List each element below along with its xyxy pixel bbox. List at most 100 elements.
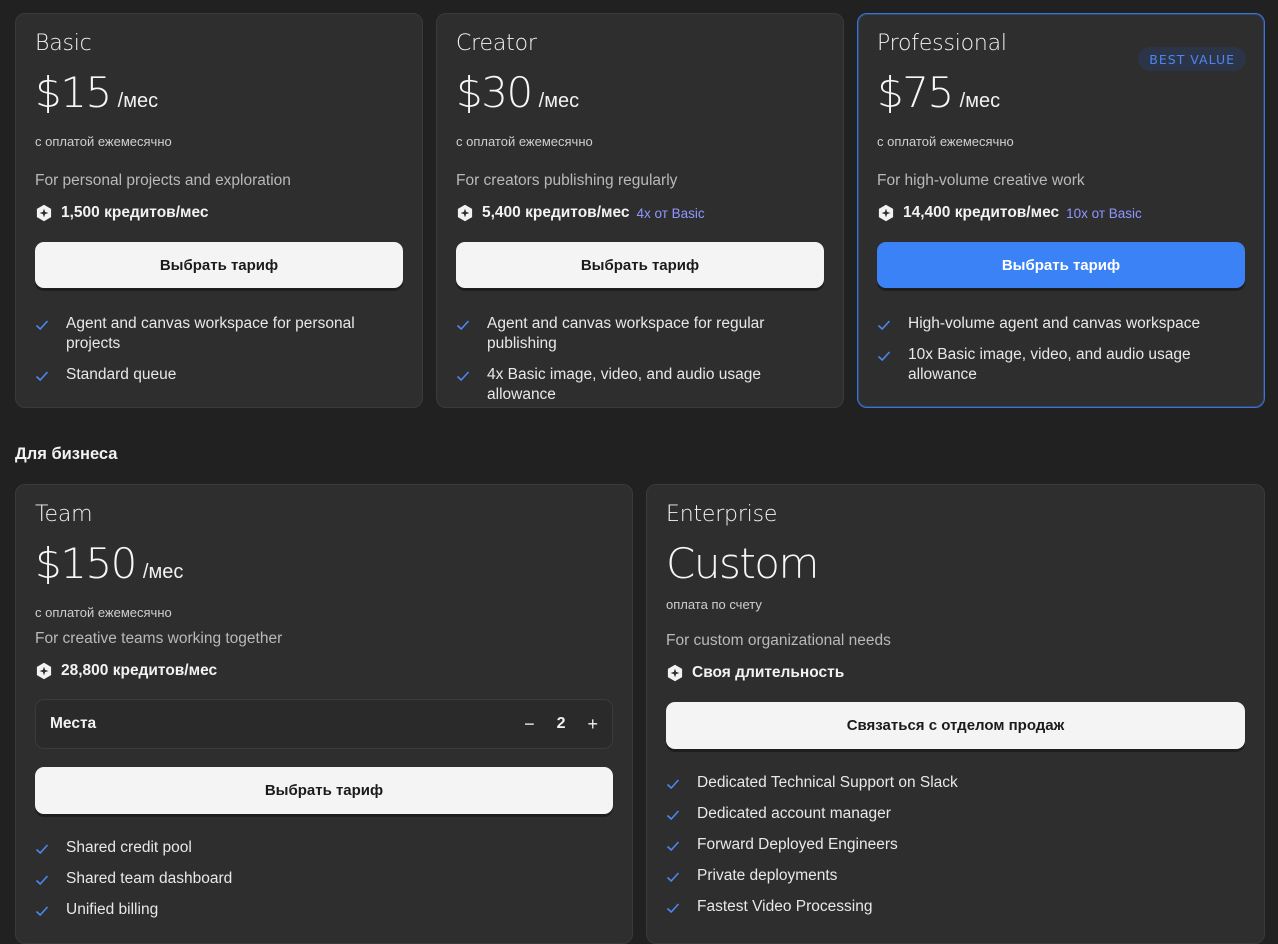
- plan-period: /мес: [959, 90, 1001, 112]
- select-plan-button[interactable]: Выбрать тариф: [35, 242, 403, 288]
- feature-text: 10x Basic image, video, and audio usage …: [908, 346, 1191, 383]
- plan-name: Creator: [456, 31, 537, 56]
- feature-item: Forward Deployed Engineers: [666, 835, 1245, 855]
- seats-increment-button[interactable]: +: [587, 714, 598, 735]
- credit-hexagon-icon: [457, 204, 473, 222]
- plan-price: Custom: [666, 539, 819, 588]
- credit-hexagon-icon: [36, 204, 52, 222]
- price-row: $75 /мес: [877, 68, 1000, 117]
- credits-multiplier: 4x от Basic: [636, 205, 705, 221]
- feature-text: Forward Deployed Engineers: [697, 836, 898, 853]
- feature-item: Agent and canvas workspace for regular p…: [456, 314, 824, 354]
- check-icon: [666, 810, 680, 821]
- credits-row: Своя длительность: [666, 664, 844, 682]
- credits-amount: 28,800 кредитов/мес: [61, 662, 218, 679]
- credits-row: 5,400 кредитов/мес 4x от Basic: [456, 204, 705, 222]
- plan-description: For custom organizational needs: [666, 632, 891, 649]
- select-plan-button[interactable]: Выбрать тариф: [877, 242, 1245, 288]
- feature-list: High-volume agent and canvas workspace 1…: [877, 314, 1245, 396]
- credits-amount: 1,500 кредитов/мес: [61, 204, 209, 221]
- credits-amount: Своя длительность: [692, 664, 845, 681]
- plan-price: $15: [35, 68, 112, 117]
- feature-text: Agent and canvas workspace for personal …: [66, 315, 355, 352]
- check-icon: [35, 875, 49, 886]
- feature-text: Dedicated Technical Support on Slack: [697, 774, 958, 791]
- credits-row: 14,400 кредитов/мес 10x от Basic: [877, 204, 1142, 222]
- credits-amount: 14,400 кредитов/мес: [903, 204, 1060, 221]
- plan-card-basic: Basic $15 /мес с оплатой ежемесячно For …: [15, 13, 423, 408]
- credits-row: 28,800 кредитов/мес: [35, 662, 217, 680]
- check-icon: [35, 320, 49, 331]
- billing-note: с оплатой ежемесячно: [456, 134, 593, 149]
- check-icon: [877, 320, 891, 331]
- plan-price: $150: [35, 539, 137, 588]
- feature-item: Dedicated Technical Support on Slack: [666, 773, 1245, 793]
- plan-description: For high-volume creative work: [877, 172, 1085, 189]
- feature-item: Dedicated account manager: [666, 804, 1245, 824]
- check-icon: [35, 371, 49, 382]
- select-plan-button[interactable]: Выбрать тариф: [456, 242, 824, 288]
- feature-text: Shared team dashboard: [66, 870, 233, 887]
- feature-item: Standard queue: [35, 365, 403, 385]
- credits-amount: 5,400 кредитов/мес: [482, 204, 630, 221]
- check-icon: [666, 779, 680, 790]
- billing-note: оплата по счету: [666, 597, 762, 612]
- plan-card-team: Team $150 /мес с оплатой ежемесячно For …: [15, 484, 633, 944]
- feature-text: Unified billing: [66, 901, 159, 918]
- feature-list: Agent and canvas workspace for personal …: [35, 314, 403, 396]
- credits-multiplier: 10x от Basic: [1066, 205, 1142, 221]
- plan-period: /мес: [142, 561, 184, 583]
- seats-decrement-button[interactable]: −: [524, 714, 535, 735]
- select-plan-button[interactable]: Выбрать тариф: [35, 767, 613, 814]
- credit-hexagon-icon: [667, 664, 683, 682]
- price-row: $30 /мес: [456, 68, 579, 117]
- plan-card-professional: Professional BEST VALUE $75 /мес с оплат…: [857, 13, 1265, 408]
- feature-list: Agent and canvas workspace for regular p…: [456, 314, 824, 416]
- plan-description: For creative teams working together: [35, 630, 283, 647]
- plan-name: Team: [35, 502, 93, 527]
- plan-price: $75: [877, 68, 954, 117]
- seats-selector: Места − 2 +: [35, 699, 613, 749]
- feature-item: High-volume agent and canvas workspace: [877, 314, 1245, 334]
- contact-sales-button[interactable]: Связаться с отделом продаж: [666, 702, 1245, 749]
- check-icon: [456, 371, 470, 382]
- price-row: $150 /мес: [35, 539, 183, 588]
- plan-name: Basic: [35, 31, 92, 56]
- seats-label: Места: [50, 715, 97, 732]
- plan-name: Enterprise: [666, 502, 778, 527]
- feature-item: Agent and canvas workspace for personal …: [35, 314, 403, 354]
- feature-list: Shared credit pool Shared team dashboard…: [35, 838, 613, 931]
- feature-item: 4x Basic image, video, and audio usage a…: [456, 365, 824, 405]
- feature-text: Standard queue: [66, 366, 177, 383]
- check-icon: [456, 320, 470, 331]
- price-row: Custom: [666, 539, 819, 588]
- credits-row: 1,500 кредитов/мес: [35, 204, 209, 222]
- feature-text: Agent and canvas workspace for regular p…: [487, 315, 765, 352]
- plan-description: For creators publishing regularly: [456, 172, 678, 189]
- feature-list: Dedicated Technical Support on Slack Ded…: [666, 773, 1245, 928]
- billing-note: с оплатой ежемесячно: [35, 605, 172, 620]
- feature-text: Private deployments: [697, 867, 838, 884]
- best-value-badge: BEST VALUE: [1138, 47, 1246, 71]
- check-icon: [877, 351, 891, 362]
- plan-card-enterprise: Enterprise Custom оплата по счету For cu…: [646, 484, 1265, 944]
- business-section-title: Для бизнеса: [15, 445, 118, 463]
- plan-name: Professional: [877, 31, 1007, 56]
- billing-note: с оплатой ежемесячно: [35, 134, 172, 149]
- plan-price: $30: [456, 68, 533, 117]
- check-icon: [666, 841, 680, 852]
- seats-stepper: − 2 +: [524, 714, 598, 735]
- feature-item: Shared team dashboard: [35, 869, 613, 889]
- feature-item: Fastest Video Processing: [666, 897, 1245, 917]
- seats-value: 2: [556, 715, 566, 732]
- price-row: $15 /мес: [35, 68, 158, 117]
- feature-item: Shared credit pool: [35, 838, 613, 858]
- billing-note: с оплатой ежемесячно: [877, 134, 1014, 149]
- feature-item: Private deployments: [666, 866, 1245, 886]
- feature-text: Dedicated account manager: [697, 805, 891, 822]
- feature-item: Unified billing: [35, 900, 613, 920]
- credit-hexagon-icon: [36, 662, 52, 680]
- check-icon: [35, 844, 49, 855]
- feature-text: Fastest Video Processing: [697, 898, 873, 915]
- plan-period: /мес: [538, 90, 580, 112]
